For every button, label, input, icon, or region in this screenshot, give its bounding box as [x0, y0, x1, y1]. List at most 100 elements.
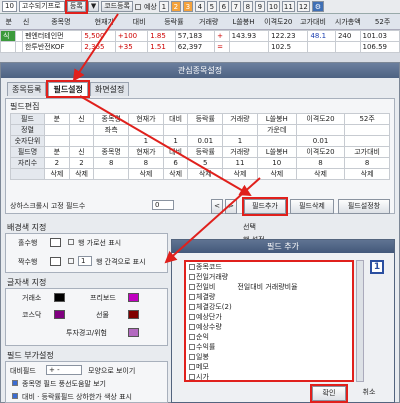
scroll-left-button[interactable]: <	[211, 199, 223, 214]
delete-field-button[interactable]: 필드삭제	[290, 199, 334, 214]
list-item[interactable]: 순익	[186, 332, 352, 342]
grid-cell[interactable]	[44, 135, 70, 147]
grid-cell[interactable]: 8	[295, 157, 346, 169]
grid-cell[interactable]: 1	[128, 135, 164, 147]
tab-1[interactable]: 1	[158, 1, 169, 12]
grid-cell[interactable]: 1	[222, 135, 258, 147]
tab-stock-register[interactable]: 종목등록	[7, 82, 47, 96]
limit-color-checkbox[interactable]	[12, 393, 18, 399]
grid-cell[interactable]: 좌측	[93, 124, 130, 136]
field-grid[interactable]: 필드 분 신 종목명 현재가 대비 등락률 거래량 L쓸봉H 이격도20 52주…	[10, 113, 390, 180]
delete-col-button[interactable]: 삭제	[68, 168, 95, 180]
item-checkbox[interactable]	[189, 344, 195, 350]
grid-cell[interactable]: 5	[187, 157, 224, 169]
grid-cell[interactable]: 0.01	[295, 135, 346, 147]
grid-cell[interactable]	[187, 124, 224, 136]
grid-cell[interactable]: 8	[344, 157, 390, 169]
delete-col-button[interactable]: 삭제	[222, 168, 258, 180]
grid-cell[interactable]: 1	[162, 135, 189, 147]
list-item[interactable]: 예상단가	[186, 312, 352, 322]
list-item[interactable]: 일봉	[186, 352, 352, 362]
row-horizontal-checkbox[interactable]	[68, 239, 74, 245]
screen-number-field[interactable]: 10	[2, 1, 17, 12]
anticipate-checkbox[interactable]	[134, 3, 141, 10]
item-checkbox[interactable]	[189, 264, 195, 270]
delete-col-button[interactable]: 삭제	[128, 168, 164, 180]
grid-cell[interactable]: 2	[44, 157, 70, 169]
table-row[interactable]: 한투반전KOF 2,365 +35 1.51 62,397 = 102.5 10…	[0, 41, 400, 53]
grid-cell[interactable]: 8	[93, 157, 130, 169]
balloon-help-checkbox[interactable]	[12, 380, 18, 386]
tab-7[interactable]: 7	[230, 1, 241, 12]
grid-cell[interactable]	[256, 135, 297, 147]
exchange-color-swatch[interactable]	[54, 293, 65, 302]
list-item[interactable]: 시가	[186, 372, 352, 380]
tab-screen-settings[interactable]: 화면설정	[89, 82, 130, 96]
grid-cell[interactable]	[222, 124, 258, 136]
code-register-button[interactable]: 코드등록	[101, 1, 133, 12]
grid-cell[interactable]	[344, 135, 390, 147]
tab-5[interactable]: 5	[206, 1, 217, 12]
item-checkbox[interactable]	[189, 374, 195, 380]
add-field-button[interactable]: 필드추가	[242, 197, 288, 216]
grid-cell[interactable]: 이격도20	[295, 146, 346, 158]
list-item[interactable]: 전일거래량	[186, 272, 352, 282]
grid-cell[interactable]	[344, 124, 390, 136]
row-interval-spinner[interactable]: 1	[78, 256, 92, 266]
field-list[interactable]: 종목코드 전일거래량 전일비 전일대비 거래량비율 체결량 체결강도(2) 예상단…	[184, 260, 354, 382]
tab-6[interactable]: 6	[218, 1, 229, 12]
tab-9[interactable]: 9	[254, 1, 265, 12]
tab-3[interactable]: 3	[182, 1, 193, 12]
item-checkbox[interactable]	[189, 314, 195, 320]
grid-cell[interactable]	[295, 124, 346, 136]
grid-cell[interactable]	[68, 124, 95, 136]
tab-12[interactable]: 12	[296, 1, 310, 12]
grid-cell[interactable]: 11	[222, 157, 258, 169]
futures-color-swatch[interactable]	[128, 310, 139, 319]
grid-cell[interactable]	[44, 124, 70, 136]
item-checkbox[interactable]	[189, 284, 195, 290]
list-scrollbar[interactable]	[356, 260, 364, 382]
list-item[interactable]: 체결량	[186, 292, 352, 302]
tab-field-settings[interactable]: 필드설정	[46, 80, 90, 98]
compare-field-select[interactable]: + -	[46, 365, 82, 375]
delete-col-button[interactable]: 삭제	[344, 168, 390, 180]
grid-cell[interactable]: 고가대비	[344, 146, 390, 158]
freeboard-color-swatch[interactable]	[128, 293, 139, 302]
item-checkbox[interactable]	[189, 274, 195, 280]
grid-cell[interactable]: 분	[44, 146, 70, 158]
grid-cell[interactable]	[68, 135, 95, 147]
table-row[interactable]: 식 펜엔터테인먼 5,500 +100 1.85 57,183 + 143.93…	[0, 30, 400, 42]
delete-col-button[interactable]: 삭제	[187, 168, 224, 180]
scroll-right-button[interactable]: >	[225, 199, 237, 214]
delete-col-button[interactable]: 삭제	[295, 168, 346, 180]
list-item[interactable]: 예상수량	[186, 322, 352, 332]
grid-cell[interactable]: 10	[256, 157, 297, 169]
scroll-fixed-spinner[interactable]: 0	[152, 200, 174, 210]
grid-cell[interactable]: 0.01	[187, 135, 224, 147]
grid-cell[interactable]: 신	[68, 146, 95, 158]
grid-cell[interactable]: 대비	[162, 146, 189, 158]
field-settings-window-button[interactable]: 필드설정창	[338, 199, 390, 214]
grid-cell[interactable]: 6	[162, 157, 189, 169]
list-item[interactable]: 전일비 전일대비 거래량비율	[186, 282, 352, 292]
kosdaq-color-swatch[interactable]	[54, 310, 65, 319]
item-checkbox[interactable]	[189, 364, 195, 370]
list-item[interactable]: 종목코드	[186, 262, 352, 272]
list-item[interactable]: 메모	[186, 362, 352, 372]
item-checkbox[interactable]	[189, 324, 195, 330]
grid-cell[interactable]: 8	[128, 157, 164, 169]
even-row-color-swatch[interactable]	[50, 257, 61, 266]
grid-cell[interactable]: 등락률	[187, 146, 224, 158]
grid-cell[interactable]: L쓸봉H	[256, 146, 297, 158]
invest-warning-color-swatch[interactable]	[128, 328, 139, 337]
odd-row-color-swatch[interactable]	[50, 238, 61, 247]
dropdown-button[interactable]: ▼	[87, 1, 100, 12]
grid-cell[interactable]: 거래량	[222, 146, 258, 158]
item-checkbox[interactable]	[189, 354, 195, 360]
delete-col-button[interactable]: 삭제	[162, 168, 189, 180]
grid-cell[interactable]: 가운데	[256, 124, 297, 136]
tab-11[interactable]: 11	[281, 1, 295, 12]
tab-2[interactable]: 2	[170, 1, 181, 12]
list-item[interactable]: 체결강도(2)	[186, 302, 352, 312]
